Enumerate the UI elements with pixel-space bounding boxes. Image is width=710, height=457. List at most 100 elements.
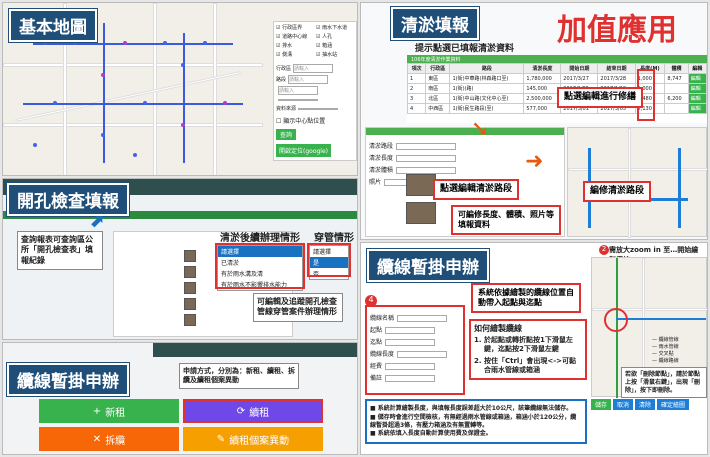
photo-thumbnail[interactable] bbox=[406, 202, 436, 224]
table-header-row: 項次 行政區 路段 清淤長度 開始日期 結束日期 長度(M) 體積 編輯 bbox=[406, 63, 707, 74]
table-cell: 1,780,000 bbox=[523, 73, 562, 84]
layer-checkbox[interactable]: ☑ 人孔 bbox=[316, 33, 354, 40]
table-cell bbox=[664, 83, 689, 94]
layer-checkbox[interactable]: ☑ 行政區界 bbox=[276, 24, 314, 31]
layer-checkbox[interactable]: ☑ 排水 bbox=[276, 42, 314, 49]
form-input[interactable] bbox=[396, 143, 457, 150]
edit-link[interactable]: 編輯 bbox=[687, 73, 707, 84]
form-input[interactable] bbox=[397, 315, 448, 322]
rule-item: ■ 系統計算繪製長度，與填報長度誤差超大於10公尺，該筆纜線無法儲存。 bbox=[370, 405, 573, 412]
form-input[interactable] bbox=[385, 375, 436, 382]
remove-cable-button[interactable]: ✕ 拆纜 bbox=[39, 427, 179, 451]
close-icon: ✕ bbox=[92, 433, 102, 445]
layer-checkbox[interactable]: ☑ 雨水下水道 bbox=[316, 24, 354, 31]
arrow-icon: ⬈ bbox=[89, 211, 105, 232]
form-input[interactable] bbox=[396, 167, 457, 174]
save-button[interactable]: 儲存 bbox=[591, 399, 612, 410]
form-input[interactable] bbox=[397, 351, 448, 358]
draw-actions: 儲存 取消 清除 確定繪圖 bbox=[591, 399, 690, 410]
form-label: 迄點 bbox=[370, 339, 383, 346]
form-input[interactable] bbox=[396, 155, 457, 162]
form-row: 纜線長度 bbox=[370, 349, 460, 358]
form-input[interactable] bbox=[385, 327, 436, 334]
layer-checkbox[interactable]: ☑ 側溝 bbox=[276, 51, 314, 58]
node-highlight bbox=[604, 308, 628, 332]
panel-title: 纜線暫掛申辦 bbox=[7, 363, 129, 396]
layer-checkbox[interactable]: ☑ 箱涵 bbox=[316, 42, 354, 49]
panel-title: 開孔檢查填報 bbox=[7, 183, 129, 216]
table-header-cell: 編輯 bbox=[687, 63, 707, 74]
form-input[interactable] bbox=[385, 363, 436, 370]
layer-checkbox[interactable]: ☑ 抽水站 bbox=[316, 51, 354, 58]
form-row bbox=[276, 97, 354, 103]
form-input[interactable]: 請輸入 bbox=[278, 86, 318, 95]
form-row: 纜線名稱 bbox=[370, 313, 460, 322]
rule-item: ■ 儲存時會進行空間檢核，有無經過雨水管線或箱涵，箱涵小於120公分，纜線暫掛超… bbox=[370, 413, 577, 429]
table-cell: 2 bbox=[406, 83, 427, 94]
form-label: 路段 bbox=[276, 77, 287, 83]
dropdown-highlight bbox=[215, 243, 305, 289]
search-button[interactable]: 查詢 bbox=[276, 129, 297, 140]
legend-item: — 纜線路線 bbox=[652, 358, 679, 364]
apply-note: 申請方式，分別為：新租、續租、拆纜及續租個案異動 bbox=[179, 363, 299, 390]
form-label: 行政區 bbox=[276, 66, 292, 72]
howto-box: 如何繪製纜線 於起點或轉折點按1下滑鼠左鍵，迄點按2下滑鼠左鍵按住「Ctrl」會… bbox=[469, 319, 587, 380]
table-cell: 東區 bbox=[425, 73, 451, 84]
label-follow-up: 清淤後續辦理情形 bbox=[220, 233, 300, 244]
table-cell: 1(街)中華路(林森路口至) bbox=[449, 73, 525, 84]
cancel-button[interactable]: 取消 bbox=[613, 399, 634, 410]
google-locate-button[interactable]: 開啟定位(google) bbox=[276, 144, 331, 157]
table-cell: 4 bbox=[406, 103, 427, 114]
form-input[interactable]: 請輸入 bbox=[293, 64, 334, 73]
table-cell: 1(街)中山路(文化中心至) bbox=[449, 93, 525, 104]
new-rent-button[interactable]: + 新租 bbox=[39, 399, 179, 423]
callout-auto: 系統依據繪製的纜線位置自動帶入起點與迄點 bbox=[471, 283, 581, 313]
drain-line bbox=[183, 33, 185, 163]
panel-title: 基本地圖 bbox=[9, 9, 97, 42]
table-cell: 1 bbox=[406, 73, 427, 84]
layer-control: ☑ 行政區界 ☑ 雨水下水道 ☑ 道路中心線 ☑ 人孔 ☑ 排水 ☑ 箱涵 ☑ 側溝 ☑ 抽水… bbox=[273, 21, 357, 161]
table-cell: 2,500,000 bbox=[523, 93, 562, 104]
label-pipe: 穿管情形 bbox=[314, 233, 354, 244]
photo-thumbnail[interactable] bbox=[406, 174, 436, 196]
rule-item: ■ 系統依填入長度自動計算使用費及保證金。 bbox=[370, 430, 492, 438]
form-input[interactable] bbox=[278, 99, 318, 101]
form-label: 照片 bbox=[369, 179, 382, 186]
form-input[interactable] bbox=[298, 108, 339, 110]
confirm-draw-button[interactable]: 確定繪圖 bbox=[657, 399, 690, 410]
table-cell bbox=[664, 103, 689, 114]
callout-edit: 點選編輯進行修繕 bbox=[557, 87, 644, 109]
form-row: 起點 bbox=[370, 325, 460, 334]
howto-item: 按住「Ctrl」會出現<->可黏合雨水管線或箱涵 bbox=[484, 357, 582, 375]
table-cell: 6,200 bbox=[664, 93, 689, 104]
cable-form: 纜線名稱 起點 迄點 纜線長度 經費 備註 bbox=[365, 305, 465, 395]
table-cell: 145,000 bbox=[523, 83, 562, 94]
clear-button[interactable]: 清除 bbox=[635, 399, 656, 410]
road bbox=[3, 123, 263, 127]
edit-link[interactable]: 編輯 bbox=[687, 93, 707, 104]
edit-link[interactable]: 編輯 bbox=[687, 103, 707, 114]
howto-item: 於起點或轉折點按1下滑鼠左鍵，迄點按2下滑鼠左鍵 bbox=[484, 336, 582, 354]
pencil-icon: ✎ bbox=[216, 433, 226, 445]
callout-modify: 可編修長度、體積、照片等填報資料 bbox=[451, 205, 561, 235]
form-label: 清淤體積 bbox=[369, 167, 394, 174]
renew-button[interactable]: ⟳ 續租 bbox=[183, 399, 323, 423]
form-label: 清淤路段 bbox=[369, 143, 394, 150]
panel-title: 纜線暫掛申辦 bbox=[367, 249, 489, 282]
form-row: 資料來源 bbox=[276, 105, 354, 112]
hint-text: 提示點選已填報清淤資料 bbox=[415, 44, 515, 54]
table-row[interactable]: 1 東區 1(街)中華路(林森路口至) 1,780,000 2017/3/27 2017/… bbox=[406, 73, 707, 84]
panel-cable-draw: 纜線暫掛申辦 需放大zoom in 至…開始繪製纜線 2 系統依據繪製的纜線位置… bbox=[360, 242, 708, 455]
table-header-cell: 路段 bbox=[449, 63, 525, 74]
layer-checkbox[interactable]: ☑ 道路中心線 bbox=[276, 33, 314, 40]
form-row: 經費 bbox=[370, 361, 460, 370]
table-cell: 北區 bbox=[425, 93, 451, 104]
form-input[interactable]: 請輸入 bbox=[288, 75, 329, 84]
form-input[interactable] bbox=[385, 339, 436, 346]
renew-change-button[interactable]: ✎ 續租個案異動 bbox=[183, 427, 323, 451]
form-row: 路段 請輸入 bbox=[276, 75, 354, 84]
table-header-cell: 結束日期 bbox=[597, 63, 636, 74]
edit-link[interactable]: 編輯 bbox=[687, 83, 707, 94]
center-checkbox[interactable]: ☐ 顯示中心點位置 bbox=[276, 116, 354, 125]
table-cell: 1(街)民生路段(至) bbox=[449, 103, 525, 114]
